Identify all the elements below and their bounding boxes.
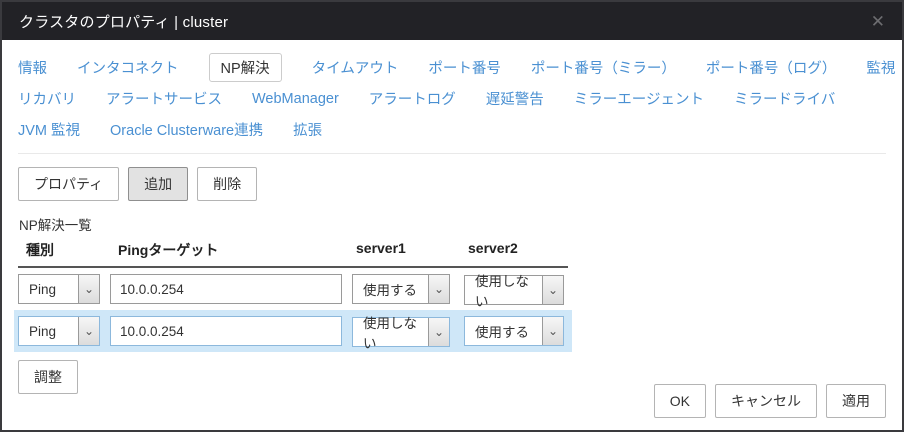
chevron-down-icon: ⌄ — [428, 318, 449, 346]
np-resolution-table: 種別 Pingターゲット server1 server2 Ping ⌄ 使用する… — [18, 236, 886, 352]
table-row[interactable]: Ping ⌄ 使用する ⌄ 使用しない ⌄ — [14, 268, 572, 310]
tab-alert-service[interactable]: アラートサービス — [106, 88, 222, 109]
delete-button[interactable]: 削除 — [197, 167, 257, 201]
tab-monitor[interactable]: 監視 — [866, 57, 895, 78]
header-server2: server2 — [464, 240, 570, 260]
chevron-down-icon: ⌄ — [542, 276, 563, 304]
header-server1: server1 — [352, 240, 464, 260]
ping-target-input[interactable] — [110, 274, 342, 304]
add-button[interactable]: 追加 — [128, 167, 188, 201]
tab-np-resolution[interactable]: NP解決 — [209, 53, 282, 82]
chevron-down-icon: ⌄ — [542, 317, 563, 345]
tab-row-2: リカバリ アラートサービス WebManager アラートログ 遅延警告 ミラー… — [18, 83, 886, 114]
np-resolution-list-label: NP解決一覧 — [2, 201, 902, 236]
header-type: 種別 — [18, 240, 110, 260]
header-ping-target: Pingターゲット — [110, 240, 352, 260]
cluster-properties-dialog: クラスタのプロパティ | cluster ✕ 情報 インタコネクト NP解決 タ… — [0, 0, 904, 432]
dialog-title: クラスタのプロパティ | cluster — [19, 11, 228, 32]
dialog-footer: OK キャンセル 適用 — [654, 384, 886, 418]
server1-select[interactable]: 使用する ⌄ — [352, 274, 450, 304]
tab-timeout[interactable]: タイムアウト — [312, 57, 399, 78]
tab-info[interactable]: 情報 — [18, 57, 47, 78]
tab-alert-log[interactable]: アラートログ — [369, 88, 456, 109]
tab-mirror-agent[interactable]: ミラーエージェント — [574, 88, 704, 109]
server2-select[interactable]: 使用しない ⌄ — [464, 275, 564, 305]
server2-select[interactable]: 使用する ⌄ — [464, 316, 564, 346]
server1-select[interactable]: 使用しない ⌄ — [352, 317, 450, 347]
chevron-down-icon: ⌄ — [78, 275, 99, 303]
tab-port-number-log[interactable]: ポート番号（ログ） — [706, 57, 837, 78]
chevron-down-icon: ⌄ — [78, 317, 99, 345]
ping-target-input[interactable] — [110, 316, 342, 346]
tab-row-1: 情報 インタコネクト NP解決 タイムアウト ポート番号 ポート番号（ミラー） … — [18, 52, 886, 83]
close-icon[interactable]: ✕ — [871, 13, 885, 30]
tab-mirror-driver[interactable]: ミラードライバ — [734, 88, 835, 109]
tab-oracle-clusterware[interactable]: Oracle Clusterware連携 — [110, 119, 263, 140]
tab-delay-warning[interactable]: 遅延警告 — [486, 88, 544, 109]
tab-recovery[interactable]: リカバリ — [18, 88, 76, 109]
dialog-titlebar: クラスタのプロパティ | cluster ✕ — [2, 2, 902, 40]
tune-button[interactable]: 調整 — [18, 360, 78, 394]
tab-strip: 情報 インタコネクト NP解決 タイムアウト ポート番号 ポート番号（ミラー） … — [2, 40, 902, 145]
ok-button[interactable]: OK — [654, 384, 706, 418]
list-toolbar: プロパティ 追加 削除 — [2, 154, 902, 201]
tab-jvm-monitor[interactable]: JVM 監視 — [18, 119, 80, 140]
tab-row-3: JVM 監視 Oracle Clusterware連携 拡張 — [18, 114, 886, 145]
tab-port-number-mirror[interactable]: ポート番号（ミラー） — [531, 57, 676, 78]
tab-extension[interactable]: 拡張 — [293, 119, 322, 140]
type-select[interactable]: Ping ⌄ — [18, 316, 100, 346]
cancel-button[interactable]: キャンセル — [715, 384, 817, 418]
tab-webmanager[interactable]: WebManager — [252, 91, 339, 107]
table-header-row: 種別 Pingターゲット server1 server2 — [18, 236, 568, 268]
tab-port-number[interactable]: ポート番号 — [428, 57, 501, 78]
apply-button[interactable]: 適用 — [826, 384, 886, 418]
chevron-down-icon: ⌄ — [428, 275, 449, 303]
table-row-selected[interactable]: Ping ⌄ 使用しない ⌄ 使用する ⌄ — [14, 310, 572, 352]
tab-interconnect[interactable]: インタコネクト — [77, 57, 179, 78]
properties-button[interactable]: プロパティ — [18, 167, 119, 201]
type-select[interactable]: Ping ⌄ — [18, 274, 100, 304]
